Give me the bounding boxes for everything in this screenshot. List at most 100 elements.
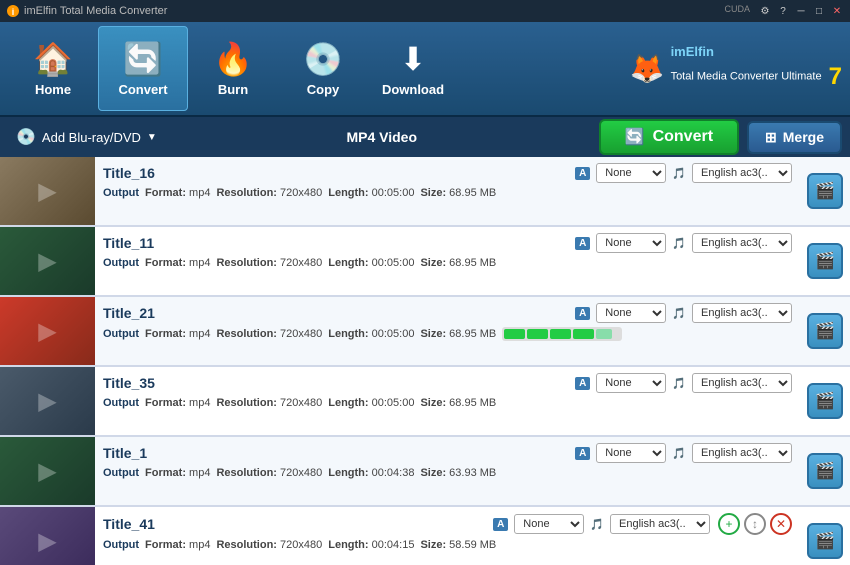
item-title-row: Title_21 A None 🎵 English ac3(.. — [103, 303, 792, 323]
logo-fox-icon: 🦊 — [630, 52, 665, 85]
convert-btn-label: Convert — [653, 128, 713, 146]
maximize-button[interactable]: □ — [812, 4, 826, 18]
subtitle-dropdown[interactable]: None — [596, 233, 666, 253]
thumbnail: ▶ — [0, 297, 95, 365]
item-content: Title_35 A None 🎵 English ac3(.. Output … — [95, 367, 800, 435]
output-label: Output — [103, 397, 139, 409]
output-label: Output — [103, 257, 139, 269]
output-label: Output — [103, 467, 139, 479]
remove-item-button[interactable]: ✕ — [770, 513, 792, 535]
merge-button[interactable]: ⊞ Merge — [747, 121, 842, 154]
list-item: ▶ Title_35 A None 🎵 English ac3(.. Ou — [0, 367, 850, 437]
resolution-label: Resolution: 720x480 — [216, 328, 322, 340]
download-icon: ⬇ — [400, 40, 427, 78]
item-title-row: Title_35 A None 🎵 English ac3(.. — [103, 373, 792, 393]
item-info: Output Format: mp4 Resolution: 720x480 L… — [103, 187, 792, 199]
list-item: ▶ Title_21 A None 🎵 English ac3(.. Ou — [0, 297, 850, 367]
thumbnail: ▶ — [0, 227, 95, 295]
copy-button[interactable]: 💿 Copy — [278, 26, 368, 111]
minimize-button[interactable]: ─ — [794, 4, 808, 18]
subtitle-icon: A — [575, 307, 590, 320]
item-content: Title_41 A None 🎵 English ac3(.. + ↕ ✕ — [95, 507, 800, 565]
format-label: Format: mp4 — [145, 397, 210, 409]
item-info: Output Format: mp4 Resolution: 720x480 L… — [103, 397, 792, 409]
item-title: Title_1 — [103, 445, 567, 461]
audio-note-icon: 🎵 — [672, 447, 686, 460]
home-button[interactable]: 🏠 Home — [8, 26, 98, 111]
subtitle-dropdown[interactable]: None — [514, 514, 584, 534]
audio-dropdown[interactable]: English ac3(.. — [610, 514, 710, 534]
item-content: Title_11 A None 🎵 English ac3(.. Output … — [95, 227, 800, 295]
audio-note-icon: 🎵 — [672, 237, 686, 250]
edit-button[interactable]: 🎬 — [807, 523, 843, 559]
item-title: Title_16 — [103, 165, 567, 181]
audio-dropdown[interactable]: English ac3(.. — [692, 233, 792, 253]
edit-button[interactable]: 🎬 — [807, 173, 843, 209]
convert-circle-icon: 🔄 — [625, 127, 645, 147]
burn-button[interactable]: 🔥 Burn — [188, 26, 278, 111]
item-title: Title_35 — [103, 375, 567, 391]
convert-button[interactable]: 🔄 Convert — [98, 26, 188, 111]
edit-icon: 🎬 — [815, 181, 835, 201]
list-item: ▶ Title_11 A None 🎵 English ac3(.. Ou — [0, 227, 850, 297]
edit-button[interactable]: 🎬 — [807, 313, 843, 349]
move-item-button[interactable]: ↕ — [744, 513, 766, 535]
item-action: 🎬 — [800, 437, 850, 505]
length-label: Length: 00:05:00 — [328, 187, 414, 199]
add-label: Add Blu-ray/DVD — [42, 130, 141, 145]
item-info: Output Format: mp4 Resolution: 720x480 L… — [103, 539, 792, 551]
audio-dropdown[interactable]: English ac3(.. — [692, 443, 792, 463]
version-number: 7 — [829, 63, 842, 90]
merge-icon: ⊞ — [765, 129, 777, 146]
convert-label: Convert — [118, 82, 167, 97]
logo-text: imElfin Total Media Converter Ultimate 7 — [671, 44, 842, 92]
help-icon[interactable]: ? — [776, 4, 790, 18]
edit-button[interactable]: 🎬 — [807, 383, 843, 419]
item-action: 🎬 — [800, 227, 850, 295]
add-bluray-button[interactable]: 💿 Add Blu-ray/DVD ▼ — [8, 123, 165, 151]
close-button[interactable]: ✕ — [830, 4, 844, 18]
subtitle-dropdown[interactable]: None — [596, 373, 666, 393]
format-label: Format: mp4 — [145, 257, 210, 269]
audio-dropdown[interactable]: English ac3(.. — [692, 163, 792, 183]
item-action: 🎬 — [800, 157, 850, 225]
item-title: Title_21 — [103, 305, 567, 321]
home-label: Home — [35, 82, 71, 97]
home-icon: 🏠 — [33, 40, 73, 78]
edit-icon: 🎬 — [815, 461, 835, 481]
item-title-row: Title_41 A None 🎵 English ac3(.. + ↕ ✕ — [103, 513, 792, 535]
media-list: ▶ Title_16 A None 🎵 English ac3(.. Ou — [0, 157, 850, 565]
resolution-label: Resolution: 720x480 — [216, 187, 322, 199]
settings-icon[interactable]: ⚙ — [758, 4, 772, 18]
size-label: Size: 58.59 MB — [420, 539, 496, 551]
audio-note-icon: 🎵 — [672, 377, 686, 390]
subtitle-dropdown[interactable]: None — [596, 443, 666, 463]
main-convert-button[interactable]: 🔄 Convert — [599, 119, 739, 155]
item-controls: A None 🎵 English ac3(.. — [575, 303, 792, 323]
window-title: imElfin Total Media Converter — [24, 5, 720, 17]
size-label: Size: 63.93 MB — [420, 467, 496, 479]
download-label: Download — [382, 82, 444, 97]
edit-button[interactable]: 🎬 — [807, 243, 843, 279]
audio-dropdown[interactable]: English ac3(.. — [692, 373, 792, 393]
download-button[interactable]: ⬇ Download — [368, 26, 458, 111]
app-icon: i — [6, 4, 20, 18]
length-label: Length: 00:04:38 — [328, 467, 414, 479]
edit-button[interactable]: 🎬 — [807, 453, 843, 489]
merge-label: Merge — [783, 129, 824, 145]
list-item: ▶ Title_41 A None 🎵 English ac3(.. + ↕ — [0, 507, 850, 565]
thumbnail: ▶ — [0, 437, 95, 505]
length-label: Length: 00:04:15 — [328, 539, 414, 551]
window-controls: CUDA ⚙ ? ─ □ ✕ — [720, 4, 844, 18]
item-action: 🎬 — [800, 297, 850, 365]
add-item-button[interactable]: + — [718, 513, 740, 535]
resolution-label: Resolution: 720x480 — [216, 539, 322, 551]
progress-bar — [502, 327, 622, 341]
audio-dropdown[interactable]: English ac3(.. — [692, 303, 792, 323]
item-title-row: Title_1 A None 🎵 English ac3(.. — [103, 443, 792, 463]
subtitle-dropdown[interactable]: None — [596, 303, 666, 323]
subtitle-dropdown[interactable]: None — [596, 163, 666, 183]
item-content: Title_21 A None 🎵 English ac3(.. Output … — [95, 297, 800, 365]
subtitle-icon: A — [575, 167, 590, 180]
dropdown-arrow-icon: ▼ — [147, 132, 157, 143]
